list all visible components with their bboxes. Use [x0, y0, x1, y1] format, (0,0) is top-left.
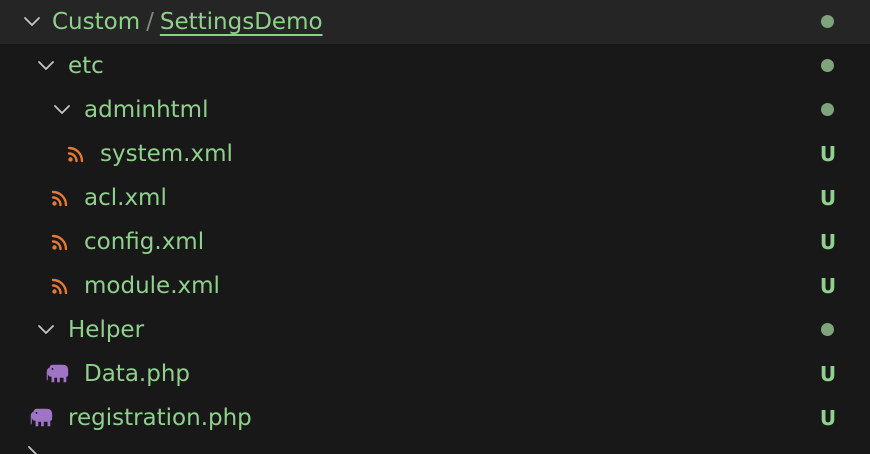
tree-item-label: etc	[68, 53, 104, 79]
file-explorer-tree: Custom / SettingsDemo etc adminhtml system…	[0, 0, 870, 454]
untracked-status-badge: U	[819, 406, 837, 430]
tree-item-label: module.xml	[84, 273, 220, 299]
tree-item-etc[interactable]: etc	[0, 44, 870, 88]
folder-header-row[interactable]: Custom / SettingsDemo	[0, 0, 870, 44]
tree-item-adminhtml[interactable]: adminhtml	[0, 88, 870, 132]
folder-path-separator: /	[146, 9, 154, 35]
tree-item-data-php[interactable]: Data.php U	[0, 352, 870, 396]
untracked-status-badge: U	[819, 362, 837, 386]
rss-icon	[48, 186, 72, 210]
chevron-right-icon[interactable]	[22, 444, 42, 454]
rss-icon	[48, 230, 72, 254]
elephant-icon	[30, 406, 54, 430]
tree-item-helper[interactable]: Helper	[0, 308, 870, 352]
modified-dot-indicator	[821, 59, 834, 72]
folder-path-label: Custom / SettingsDemo	[52, 0, 323, 44]
folder-path-parent: Custom	[52, 9, 141, 35]
tree-item-config-xml[interactable]: config.xml U	[0, 220, 870, 264]
untracked-status-badge: U	[819, 186, 837, 210]
tree-item-label: Data.php	[84, 361, 191, 387]
tree-item-label: registration.php	[68, 405, 252, 431]
untracked-status-badge: U	[819, 230, 837, 254]
chevron-down-icon[interactable]	[52, 100, 72, 120]
tree-item-module-xml[interactable]: module.xml U	[0, 264, 870, 308]
chevron-down-icon[interactable]	[36, 56, 56, 76]
modified-dot-indicator	[821, 103, 834, 116]
tree-item-label: acl.xml	[84, 185, 167, 211]
rss-icon	[48, 274, 72, 298]
rss-icon	[64, 142, 88, 166]
elephant-icon	[46, 362, 70, 386]
tree-item-next-partial[interactable]	[0, 440, 870, 454]
tree-item-registration-php[interactable]: registration.php U	[0, 396, 870, 440]
tree-item-label: system.xml	[100, 141, 233, 167]
tree-item-label: config.xml	[84, 229, 205, 255]
tree-item-label: Helper	[68, 317, 145, 343]
untracked-status-badge: U	[819, 142, 837, 166]
modified-dot-indicator	[821, 323, 834, 336]
tree-item-system-xml[interactable]: system.xml U	[0, 132, 870, 176]
tree-item-acl-xml[interactable]: acl.xml U	[0, 176, 870, 220]
chevron-down-icon[interactable]	[22, 12, 42, 32]
untracked-status-badge: U	[819, 274, 837, 298]
folder-path-leaf[interactable]: SettingsDemo	[160, 9, 323, 35]
tree-item-label: adminhtml	[84, 97, 209, 123]
modified-dot-indicator	[821, 15, 834, 28]
chevron-down-icon[interactable]	[36, 320, 56, 340]
